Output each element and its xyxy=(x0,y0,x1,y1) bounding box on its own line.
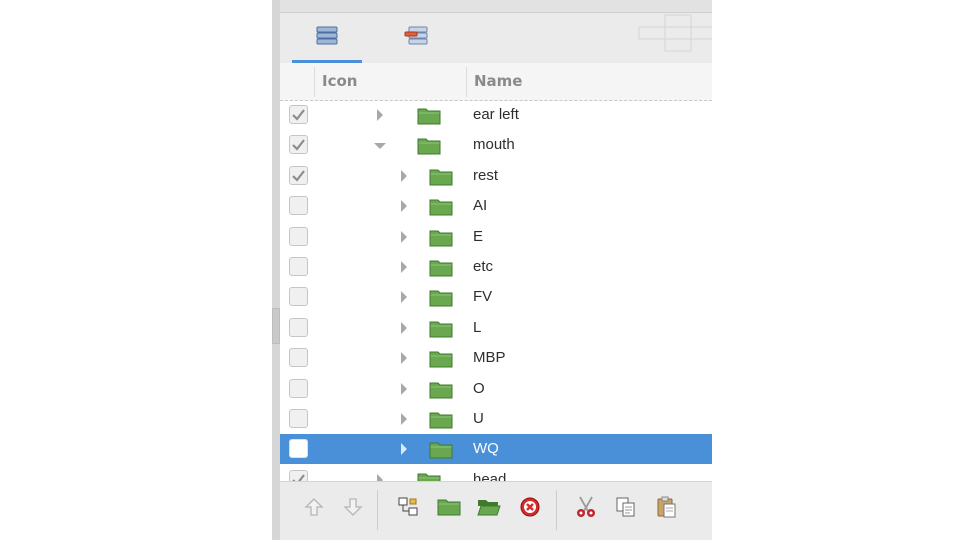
visibility-checkbox[interactable] xyxy=(289,348,308,368)
layer-name: etc xyxy=(473,258,494,275)
layer-name: AI xyxy=(473,197,488,215)
folder-icon xyxy=(429,197,453,216)
layer-name: E xyxy=(473,227,484,245)
delete-icon xyxy=(519,496,541,522)
layers-tree: Icon Name ear left mouth rest AI Eetc FV L MBP O… xyxy=(280,63,712,481)
delete-layer-button[interactable] xyxy=(515,494,545,524)
tree-row[interactable]: L xyxy=(280,313,712,343)
layer-name: MBP xyxy=(473,349,506,367)
folder-icon xyxy=(417,471,441,481)
folder-icon xyxy=(429,258,453,277)
visibility-checkbox[interactable] xyxy=(289,469,308,481)
tree-row[interactable]: E xyxy=(280,222,712,252)
chevron-right-icon[interactable] xyxy=(397,381,411,397)
paste-icon xyxy=(655,496,677,522)
paste-button[interactable] xyxy=(651,494,681,524)
visibility-checkbox[interactable] xyxy=(289,135,308,155)
folder-icon xyxy=(429,288,453,307)
new-folder-button[interactable] xyxy=(434,494,464,524)
visibility-checkbox[interactable] xyxy=(289,257,308,276)
folder-icon xyxy=(429,167,453,186)
folder-icon xyxy=(429,319,453,338)
tree-row[interactable]: WQ xyxy=(280,434,712,465)
folder-icon xyxy=(429,349,453,368)
toolbar-separator xyxy=(377,490,378,530)
visibility-checkbox[interactable] xyxy=(289,226,308,246)
chevron-right-icon[interactable] xyxy=(397,411,411,427)
chevron-right-icon[interactable] xyxy=(397,198,411,214)
chevron-right-icon[interactable] xyxy=(397,350,411,366)
layer-properties-tab[interactable] xyxy=(382,13,452,63)
tree-row[interactable]: MBP xyxy=(280,343,712,373)
folder-icon xyxy=(417,136,441,155)
visibility-checkbox[interactable] xyxy=(289,378,308,398)
lower-layer-button[interactable] xyxy=(338,494,368,524)
folder-icon xyxy=(417,106,441,125)
chevron-right-icon[interactable] xyxy=(397,259,411,275)
tree-header: Icon Name xyxy=(280,63,712,101)
panel-tab-bar xyxy=(280,13,712,63)
folder-icon xyxy=(429,380,453,399)
folder-icon xyxy=(437,497,461,521)
folder-icon xyxy=(429,410,453,429)
open-folder-button[interactable] xyxy=(474,494,504,524)
layer-properties-icon xyxy=(404,25,430,51)
panel-top-strip xyxy=(280,0,712,13)
tree-row[interactable]: ear left xyxy=(280,100,712,130)
tree-row[interactable]: FV xyxy=(280,282,712,312)
layer-name: O xyxy=(473,379,485,397)
folder-icon xyxy=(429,440,453,459)
visibility-checkbox[interactable] xyxy=(289,409,308,428)
arrow-up-icon xyxy=(303,496,325,522)
splitter-handle[interactable] xyxy=(272,308,280,344)
overview-decoration xyxy=(635,13,712,67)
layer-name: rest xyxy=(473,166,499,184)
layer-name: ear left xyxy=(473,106,519,123)
layers-icon xyxy=(315,25,339,51)
tree-row[interactable]: O xyxy=(280,374,712,404)
layers-panel: Icon Name ear left mouth rest AI Eetc FV L MBP O… xyxy=(272,0,712,540)
visibility-checkbox[interactable] xyxy=(289,439,308,459)
column-header-icon[interactable]: Icon xyxy=(322,63,357,100)
chevron-right-icon[interactable] xyxy=(397,168,411,184)
visibility-checkbox[interactable] xyxy=(289,165,308,185)
tree-row[interactable]: etc xyxy=(280,252,712,282)
tree-row[interactable]: head xyxy=(280,465,712,481)
layer-name: head xyxy=(473,470,507,481)
encapsulate-icon xyxy=(397,496,419,522)
tree-row[interactable]: U xyxy=(280,404,712,434)
cut-button[interactable] xyxy=(571,494,601,524)
visibility-checkbox[interactable] xyxy=(289,196,308,216)
folder-open-icon xyxy=(477,497,501,521)
layers-tab[interactable] xyxy=(292,13,362,63)
layer-name: L xyxy=(473,318,482,336)
column-header-name[interactable]: Name xyxy=(474,63,522,100)
copy-icon xyxy=(615,496,637,522)
toolbar-separator xyxy=(556,490,557,530)
folder-icon xyxy=(429,228,453,247)
visibility-checkbox[interactable] xyxy=(289,105,308,124)
chevron-right-icon[interactable] xyxy=(397,320,411,336)
arrow-down-icon xyxy=(342,496,364,522)
chevron-right-icon[interactable] xyxy=(397,229,411,245)
layers-toolbar xyxy=(280,481,712,540)
chevron-right-icon[interactable] xyxy=(397,289,411,305)
copy-button[interactable] xyxy=(611,494,641,524)
scissors-icon xyxy=(574,495,598,523)
chevron-right-icon[interactable] xyxy=(397,441,411,457)
encapsulate-button[interactable] xyxy=(393,494,423,524)
tree-row[interactable]: mouth xyxy=(280,130,712,160)
layer-name: U xyxy=(473,410,484,427)
raise-layer-button[interactable] xyxy=(299,494,329,524)
layer-name: FV xyxy=(473,288,493,306)
chevron-right-icon[interactable] xyxy=(373,107,387,123)
layer-name: mouth xyxy=(473,136,515,154)
chevron-down-icon[interactable] xyxy=(373,137,387,153)
visibility-checkbox[interactable] xyxy=(289,287,308,307)
visibility-checkbox[interactable] xyxy=(289,317,308,337)
tree-row[interactable]: rest xyxy=(280,161,712,191)
layer-name: WQ xyxy=(473,440,499,458)
chevron-right-icon[interactable] xyxy=(373,472,387,481)
tree-row[interactable]: AI xyxy=(280,191,712,221)
